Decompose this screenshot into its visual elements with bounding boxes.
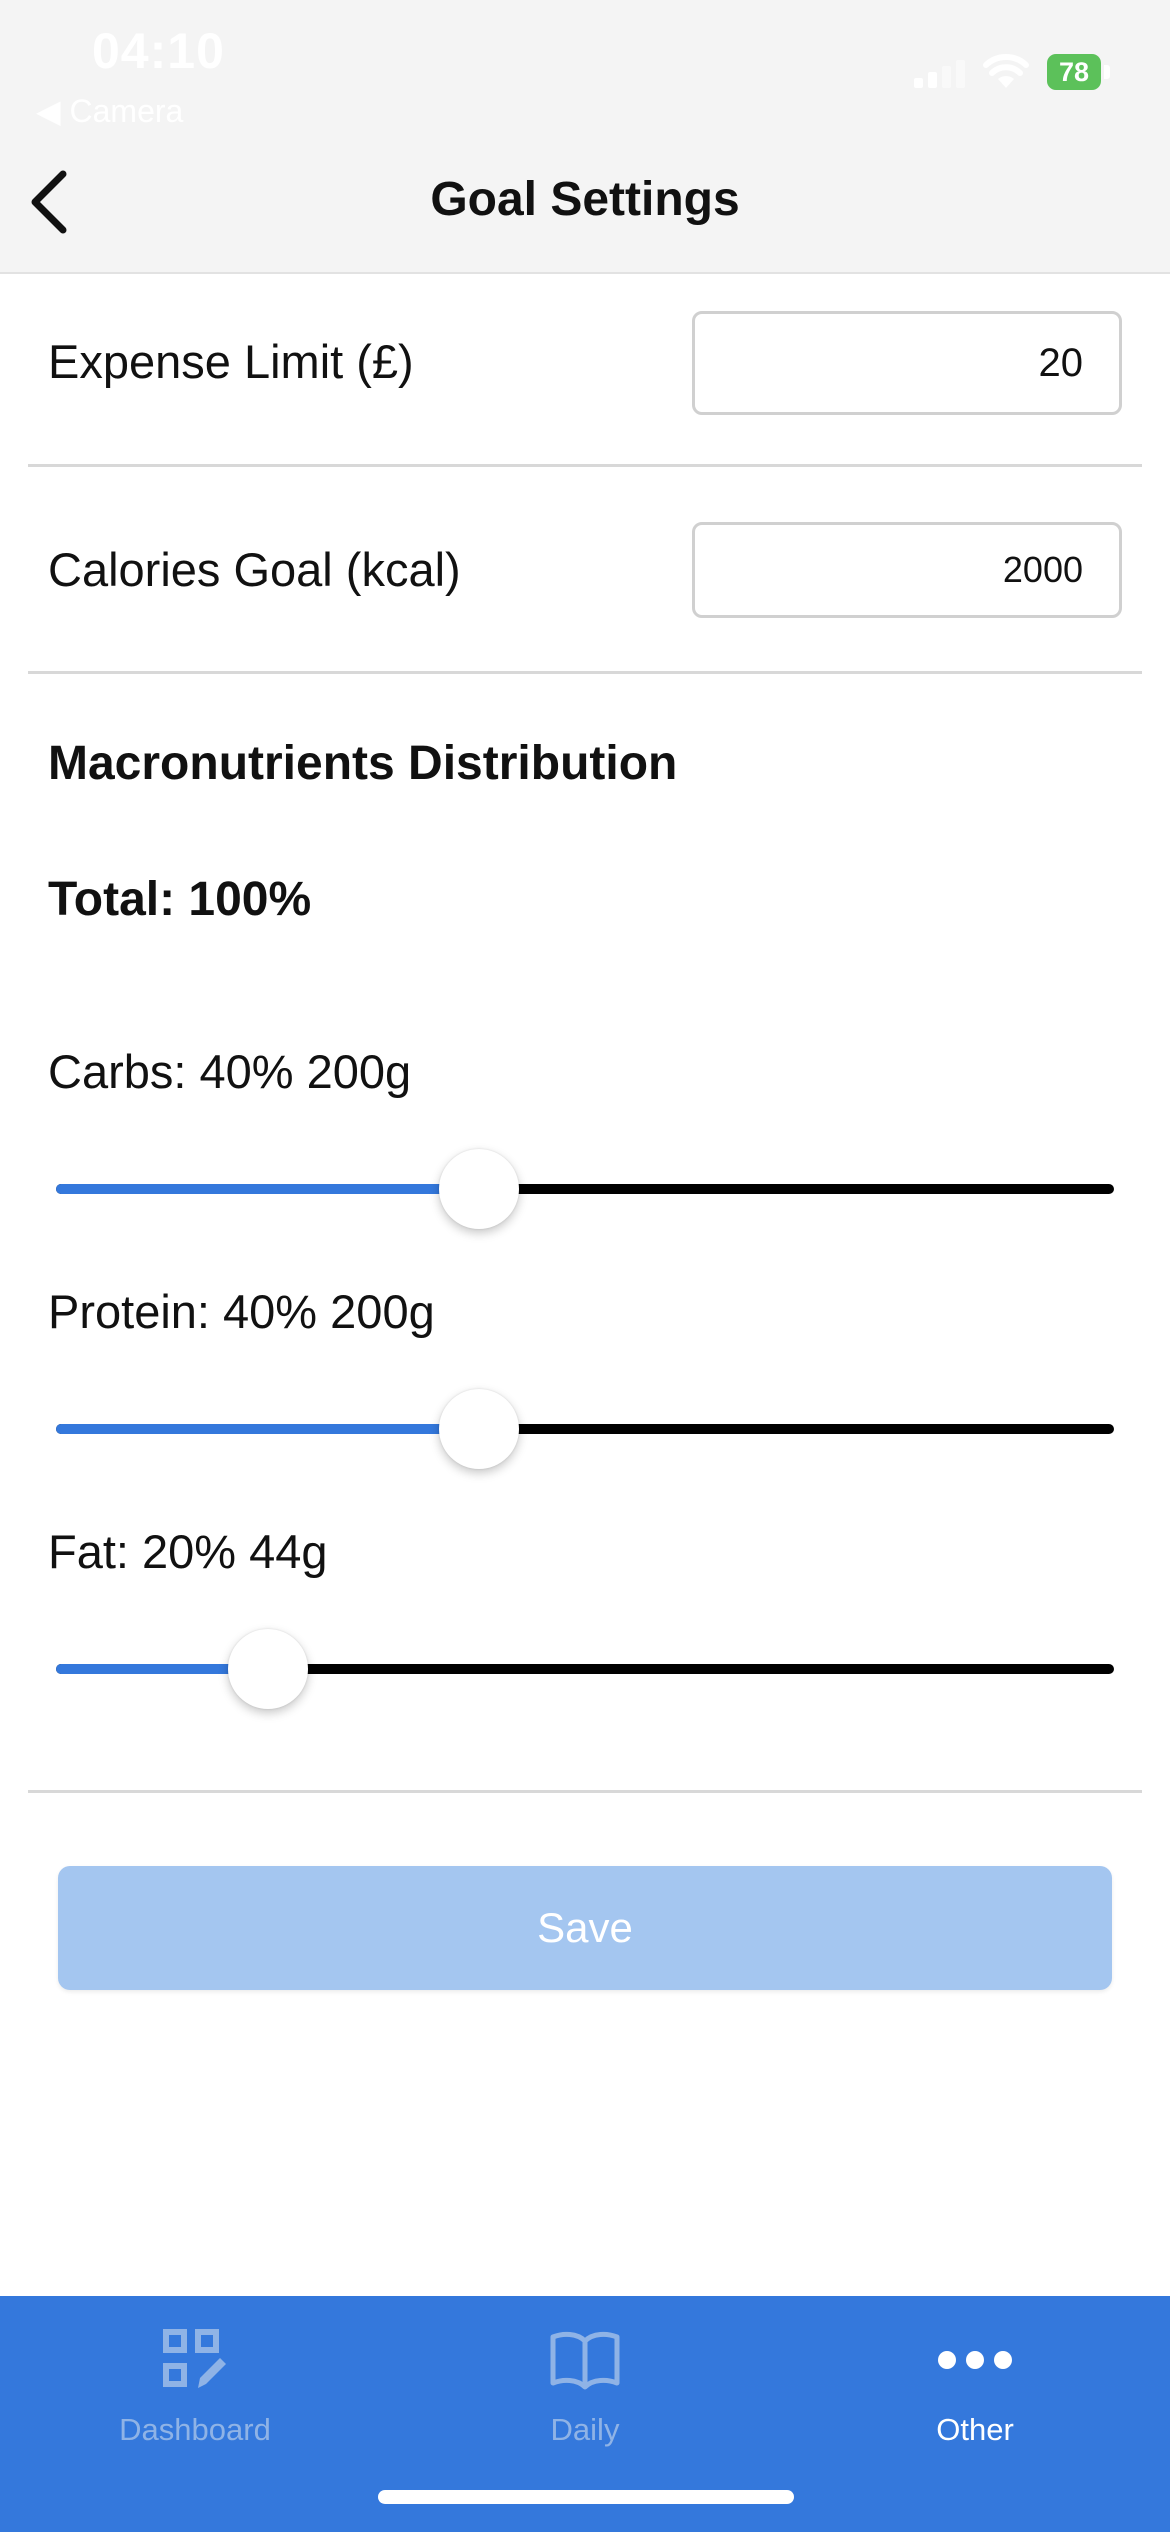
- save-button[interactable]: Save: [58, 1866, 1112, 1990]
- calories-goal-label: Calories Goal (kcal): [48, 543, 461, 596]
- home-indicator: [378, 2490, 794, 2504]
- more-icon: [938, 2351, 1012, 2369]
- protein-slider[interactable]: [56, 1389, 1114, 1469]
- divider: [28, 464, 1142, 467]
- carbs-slider[interactable]: [56, 1149, 1114, 1229]
- protein-label: Protein: 40% 200g: [48, 1285, 435, 1338]
- status-icons: 78: [914, 52, 1110, 92]
- slider-fill: [56, 1424, 480, 1434]
- navigation-header: Goal Settings: [0, 130, 1170, 274]
- fat-slider[interactable]: [56, 1629, 1114, 1709]
- macros-section-title: Macronutrients Distribution: [48, 737, 678, 790]
- slider-thumb[interactable]: [439, 1149, 520, 1229]
- dashboard-icon: [163, 2329, 226, 2388]
- divider: [28, 1790, 1142, 1793]
- tab-daily[interactable]: Daily: [390, 2296, 780, 2476]
- slider-thumb[interactable]: [439, 1389, 520, 1469]
- expense-limit-label: Expense Limit (£): [48, 335, 414, 388]
- carbs-label: Carbs: 40% 200g: [48, 1045, 412, 1098]
- divider: [28, 671, 1142, 674]
- wifi-icon: [983, 54, 1029, 90]
- fat-label: Fat: 20% 44g: [48, 1525, 328, 1578]
- battery-cap: [1104, 65, 1110, 79]
- battery-level: 78: [1047, 54, 1101, 90]
- page-title: Goal Settings: [430, 173, 740, 226]
- status-time: 04:10: [92, 23, 225, 79]
- tab-label: Dashboard: [119, 2412, 271, 2447]
- macros-total: Total: 100%: [48, 873, 312, 926]
- slider-fill: [56, 1184, 480, 1194]
- tab-dashboard[interactable]: Dashboard: [0, 2296, 390, 2476]
- slider-thumb[interactable]: [227, 1629, 308, 1709]
- back-to-app-link[interactable]: ◀ Camera: [36, 92, 183, 130]
- status-bar: 04:10 ◀ Camera 78: [0, 0, 1170, 130]
- battery-indicator: 78: [1047, 54, 1110, 90]
- book-icon: [550, 2331, 620, 2390]
- expense-limit-input[interactable]: [692, 311, 1122, 415]
- tab-label: Daily: [550, 2412, 620, 2447]
- calories-goal-input[interactable]: [692, 522, 1122, 618]
- tab-label: Other: [936, 2412, 1014, 2447]
- tab-other[interactable]: Other: [780, 2296, 1170, 2476]
- signal-icon: [914, 56, 965, 88]
